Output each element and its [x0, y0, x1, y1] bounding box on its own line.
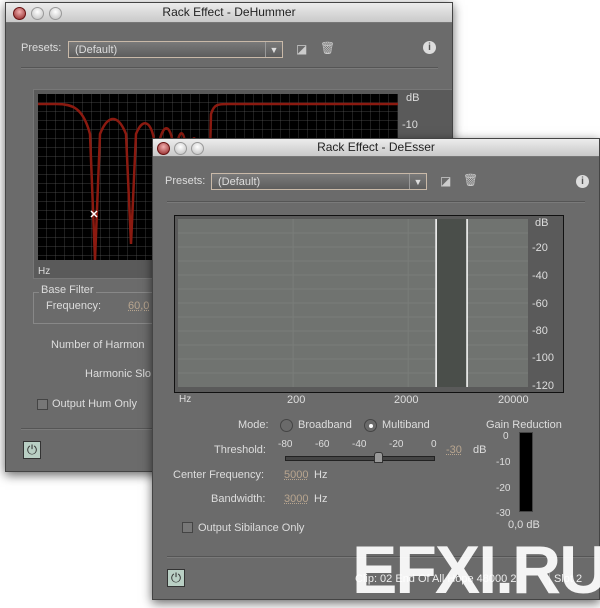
output-sibilance-only-label: Output Sibilance Only: [198, 522, 305, 534]
presets-dropdown[interactable]: (Default) ▼: [211, 173, 427, 190]
threshold-unit: dB: [473, 444, 487, 456]
y-tick: -20: [532, 242, 548, 254]
deesser-window: Rack Effect - DeEsser Presets: (Default)…: [152, 138, 600, 600]
trash-icon[interactable]: 🗑: [320, 41, 335, 55]
y-unit: dB: [406, 92, 420, 104]
gr-tick: -10: [496, 457, 511, 468]
harmonic-slope-label: Harmonic Slo: [85, 368, 152, 380]
broadband-radio[interactable]: [280, 419, 293, 432]
power-button[interactable]: ⏻: [23, 441, 41, 459]
gr-tick: 0: [503, 431, 509, 442]
threshold-slider[interactable]: [285, 456, 435, 461]
minimize-button[interactable]: [174, 142, 187, 155]
multiband-label: Multiband: [382, 419, 430, 431]
multiband-radio[interactable]: [364, 419, 377, 432]
window-title: Rack Effect - DeEsser: [317, 140, 435, 154]
x-unit: Hz: [38, 266, 51, 277]
chevron-down-icon: ▼: [409, 174, 426, 189]
chevron-down-icon: ▼: [265, 42, 282, 57]
watermark: EFXI.RU: [352, 532, 600, 608]
sibilance-graph[interactable]: dB -20 -40 -60 -80 -100 -120: [174, 215, 564, 393]
close-button[interactable]: [13, 7, 26, 20]
threshold-value[interactable]: -30: [446, 444, 462, 456]
y-tick: -80: [532, 325, 548, 337]
bandwidth-label: Bandwidth:: [211, 493, 266, 505]
center-frequency-label: Center Frequency:: [173, 469, 265, 481]
num-harmonics-label: Number of Harmon: [51, 339, 145, 351]
threshold-label: Threshold:: [214, 444, 266, 456]
deesser-title-bar[interactable]: Rack Effect - DeEsser: [153, 139, 599, 157]
frequency-label: Frequency:: [46, 300, 102, 312]
gain-reduction-readout: 0,0 dB: [508, 519, 540, 531]
power-button[interactable]: ⏻: [167, 569, 185, 587]
gain-reduction-meter: [519, 432, 533, 512]
preset-value: (Default): [75, 44, 118, 56]
sibilance-plot: [178, 219, 528, 387]
save-preset-icon[interactable]: ◪: [440, 174, 451, 188]
x-tick: 200: [287, 394, 306, 406]
info-icon[interactable]: i: [423, 41, 436, 54]
x-tick: 2000: [394, 394, 419, 406]
center-frequency-unit: Hz: [314, 469, 328, 481]
gain-reduction-label: Gain Reduction: [486, 419, 562, 431]
output-hum-only-checkbox[interactable]: [37, 399, 48, 410]
y-tick: -10: [402, 119, 418, 131]
power-icon: ⏻: [170, 570, 182, 585]
threshold-tick: -20: [389, 439, 404, 450]
y-tick: -120: [532, 380, 555, 392]
broadband-label: Broadband: [298, 419, 352, 431]
presets-dropdown[interactable]: (Default) ▼: [68, 41, 283, 58]
window-title: Rack Effect - DeHummer: [162, 5, 296, 19]
output-hum-only-label: Output Hum Only: [52, 398, 137, 410]
divider: [21, 67, 438, 69]
output-sibilance-only-checkbox[interactable]: [182, 522, 193, 533]
zoom-button[interactable]: [49, 7, 62, 20]
y-unit: dB: [535, 217, 549, 229]
sibilance-band: [436, 219, 468, 387]
preset-value: (Default): [218, 176, 261, 188]
gr-tick: -30: [496, 508, 511, 519]
trash-icon[interactable]: 🗑: [463, 173, 478, 187]
gr-tick: -20: [496, 483, 511, 494]
x-tick: 20000: [498, 394, 529, 406]
frequency-value[interactable]: 60,0: [128, 300, 149, 312]
threshold-tick: -60: [315, 439, 330, 450]
base-filter-label: Base Filter: [39, 284, 96, 296]
dehummer-title-bar[interactable]: Rack Effect - DeHummer: [6, 3, 452, 23]
y-tick: -100: [532, 352, 555, 364]
threshold-tick: -40: [352, 439, 367, 450]
presets-label: Presets:: [165, 175, 206, 187]
x-unit: Hz: [179, 394, 192, 405]
zoom-button[interactable]: [191, 142, 204, 155]
y-tick: -60: [532, 298, 548, 310]
center-frequency-value[interactable]: 5000: [284, 469, 308, 481]
threshold-tick: -80: [278, 439, 293, 450]
threshold-tick: 0: [431, 439, 437, 450]
power-icon: ⏻: [26, 442, 38, 457]
minimize-button[interactable]: [31, 7, 44, 20]
y-tick: -40: [532, 270, 548, 282]
bandwidth-unit: Hz: [314, 493, 328, 505]
mode-label: Mode:: [238, 419, 269, 431]
threshold-slider-thumb[interactable]: [373, 452, 383, 463]
bandwidth-value[interactable]: 3000: [284, 493, 308, 505]
divider: [167, 201, 585, 203]
close-button[interactable]: [157, 142, 170, 155]
save-preset-icon[interactable]: ◪: [296, 42, 307, 56]
info-icon[interactable]: i: [576, 175, 589, 188]
presets-label: Presets:: [21, 42, 62, 54]
